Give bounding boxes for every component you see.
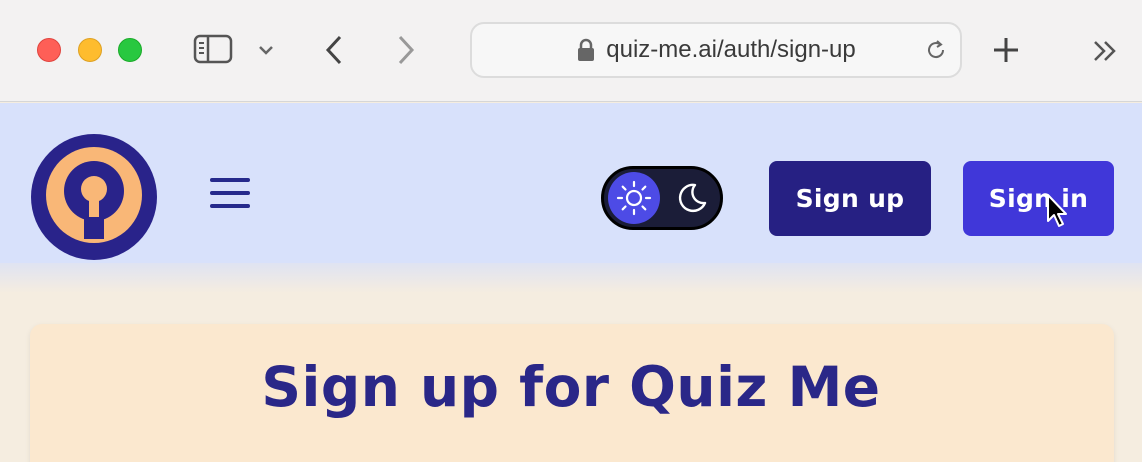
- double-chevron-right-icon: [1094, 41, 1116, 61]
- zoom-window-button[interactable]: [118, 38, 142, 62]
- sidebar-toggle-button[interactable]: [192, 33, 234, 65]
- quiz-me-logo[interactable]: [30, 133, 158, 261]
- theme-toggle[interactable]: [601, 166, 723, 230]
- close-window-button[interactable]: [37, 38, 61, 62]
- more-tabs-button[interactable]: [1090, 36, 1120, 66]
- moon-icon: [678, 183, 707, 213]
- sign-in-button[interactable]: Sign in: [963, 161, 1114, 236]
- sidebar-icon: [193, 34, 233, 64]
- header-shadow: [0, 263, 1142, 293]
- page-title: Sign up for Quiz Me: [261, 355, 881, 419]
- sun-icon: [616, 180, 652, 216]
- browser-toolbar: quiz-me.ai/auth/sign-up: [0, 0, 1142, 102]
- tab-group-menu-button[interactable]: [256, 38, 276, 62]
- reload-icon[interactable]: [924, 38, 948, 62]
- sign-up-button[interactable]: Sign up: [769, 161, 931, 236]
- light-mode-option[interactable]: [608, 172, 660, 224]
- mouse-cursor-icon: [1047, 194, 1067, 227]
- hamburger-menu-button[interactable]: [208, 176, 252, 210]
- lock-icon: [578, 38, 595, 61]
- dark-mode-option[interactable]: [666, 172, 718, 224]
- chevron-down-icon: [259, 46, 273, 55]
- chevron-left-icon: [325, 35, 342, 65]
- url-text: quiz-me.ai/auth/sign-up: [606, 36, 856, 63]
- new-tab-button[interactable]: [988, 32, 1024, 68]
- forward-button[interactable]: [392, 30, 420, 70]
- address-bar[interactable]: quiz-me.ai/auth/sign-up: [470, 22, 962, 78]
- chevron-right-icon: [398, 35, 415, 65]
- plus-icon: [994, 38, 1018, 62]
- minimize-window-button[interactable]: [78, 38, 102, 62]
- back-button[interactable]: [320, 30, 348, 70]
